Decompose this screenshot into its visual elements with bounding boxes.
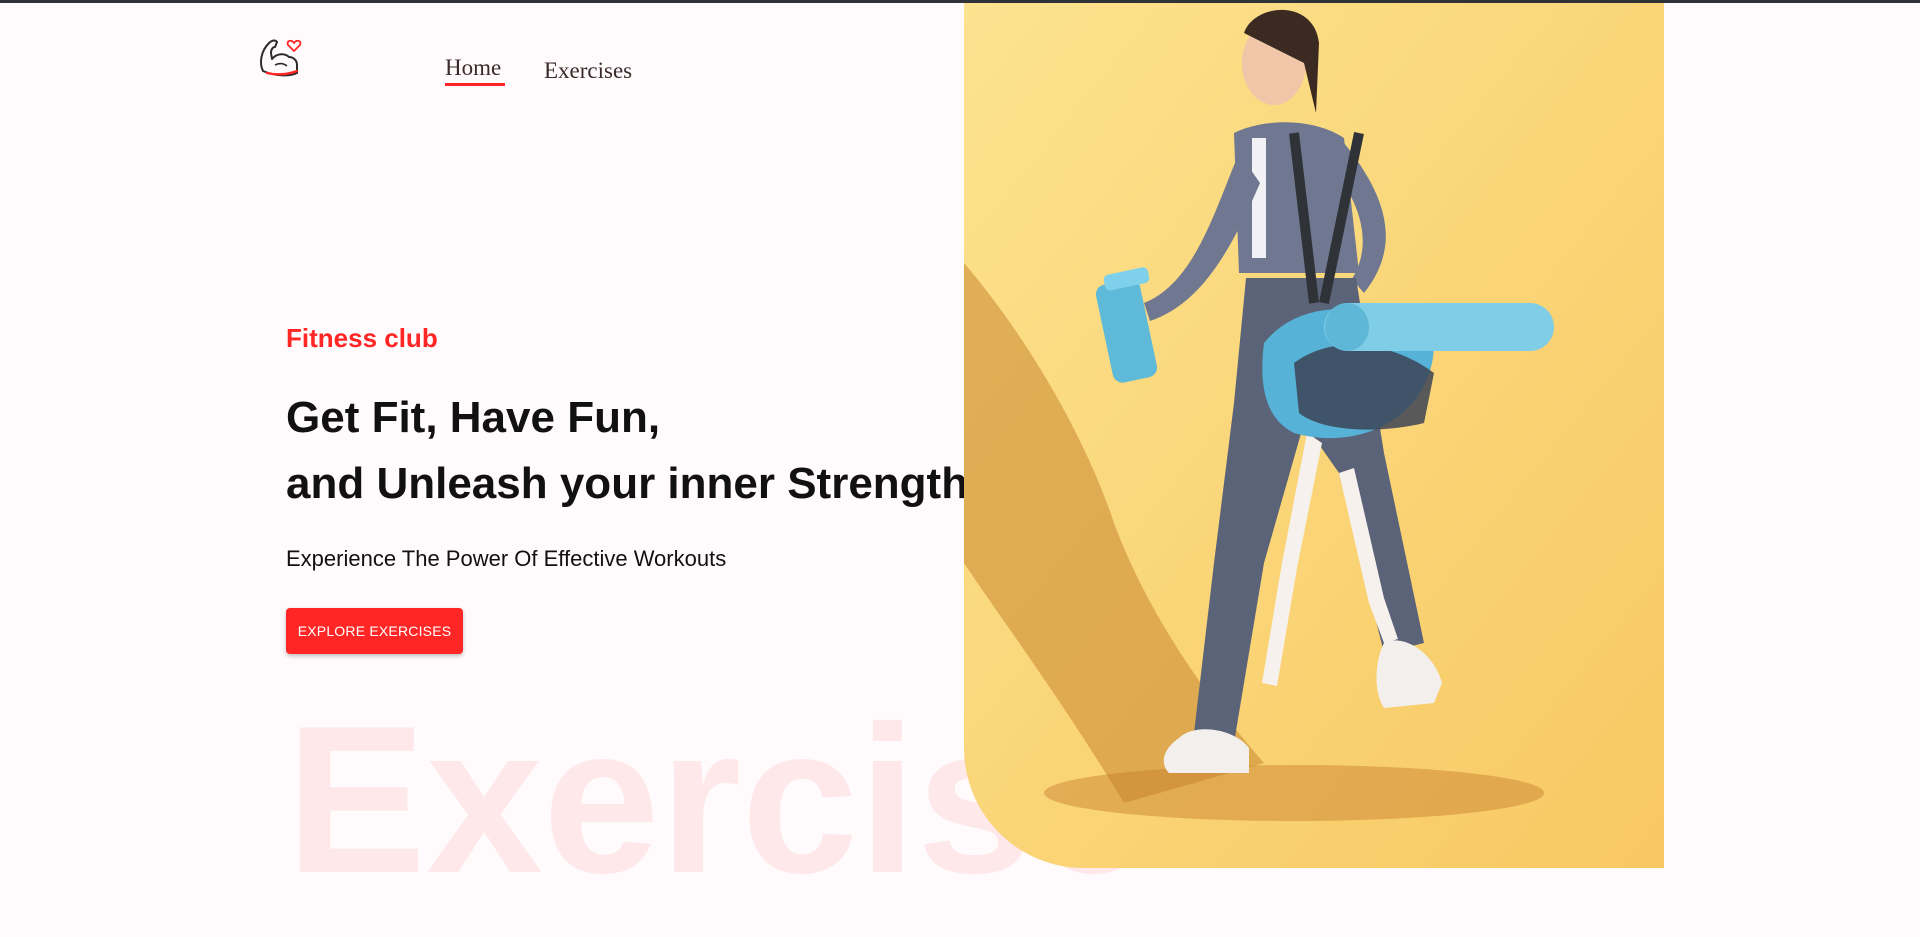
nav-exercises-link[interactable]: Exercises <box>544 58 632 84</box>
nav-home-link[interactable]: Home <box>445 55 501 81</box>
logo-icon[interactable] <box>255 33 305 83</box>
hero-headline-line2: and Unleash your inner Strength <box>286 459 969 508</box>
explore-exercises-button[interactable]: EXPLORE EXERCISES <box>286 608 463 654</box>
hero-kicker: Fitness club <box>286 323 438 353</box>
hero-headline-line1: Get Fit, Have Fun, <box>286 393 661 442</box>
hero-banner-image <box>964 3 1664 868</box>
nav-active-indicator <box>445 83 505 86</box>
hero-subline: Experience The Power Of Effective Workou… <box>286 546 727 571</box>
